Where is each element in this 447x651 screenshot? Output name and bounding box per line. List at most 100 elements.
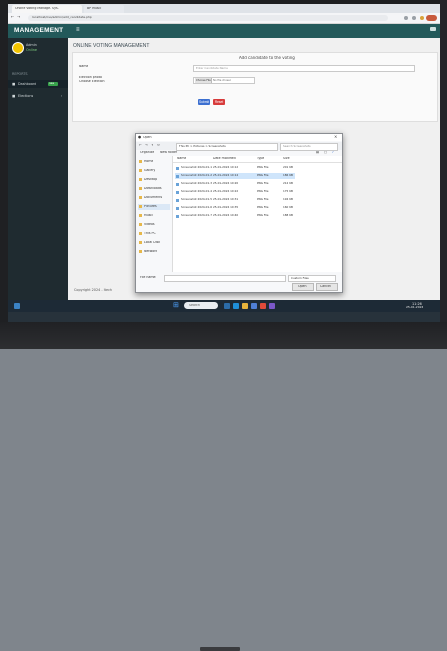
nav-item-label: This PC	[144, 232, 156, 235]
forward-arrow-icon[interactable]: →	[145, 144, 148, 148]
monitor-bezel-left	[0, 0, 8, 330]
folder-icon	[139, 178, 142, 181]
file-type: PNG File	[257, 190, 269, 193]
taskbar-search[interactable]: Search	[184, 302, 218, 309]
profile-avatar[interactable]	[420, 16, 424, 20]
file-row[interactable]: Screenshot 2024-01-7 25-01-2024 10:40 PNG …	[175, 213, 295, 219]
file-date: 25-01-2024 10:22	[213, 190, 239, 193]
back-arrow-icon[interactable]: ←	[11, 15, 14, 20]
clock-date[interactable]: 25-01-2024	[406, 306, 423, 310]
preview-pane-icon[interactable]: ▢	[324, 151, 327, 155]
image-file-icon	[176, 166, 179, 170]
update-button[interactable]	[426, 15, 437, 21]
browser-tab-active[interactable]: Online Voting Manage. Sys.	[12, 5, 82, 13]
nav-item-downloads[interactable]: Downloads	[138, 186, 170, 192]
refresh-icon[interactable]: ↻	[157, 144, 160, 148]
app-header: MANAGEMENT ≡	[8, 24, 440, 38]
nav-item-pictures[interactable]: Pictures	[138, 204, 170, 210]
file-size: 160 KB	[283, 206, 293, 209]
edge-icon[interactable]	[233, 303, 239, 309]
file-row[interactable]: Screenshot 2024-01-3 25-01-2024 10:20 PNG …	[175, 181, 295, 187]
file-row[interactable]: Screenshot 2024-01-1 25-01-2024 10:12 PNG …	[175, 165, 295, 171]
filetype-select[interactable]: Custom Files	[288, 275, 336, 282]
nav-item-desktop[interactable]: Desktop	[138, 177, 170, 183]
view-options-icon[interactable]: ▤	[316, 151, 319, 155]
file-row[interactable]: Screenshot 2024-01-6 25-01-2024 10:35 PNG …	[175, 205, 295, 211]
app-brand: MANAGEMENT	[14, 27, 64, 34]
filename-input[interactable]	[164, 275, 286, 282]
url-field[interactable]: localhost/ovs/admin/add_candidate.php	[28, 15, 388, 21]
file-size: 175 KB	[283, 190, 293, 193]
candidate-name-input[interactable]: Enter Candidate Name	[193, 65, 415, 72]
hamburger-icon[interactable]: ≡	[76, 27, 80, 33]
nav-item-documents[interactable]: Documents	[138, 195, 170, 201]
nav-item-videos[interactable]: Videos	[138, 222, 170, 228]
task-view-icon[interactable]	[224, 303, 230, 309]
weather-icon[interactable]	[14, 303, 20, 309]
user-menu-icon[interactable]	[430, 27, 436, 31]
nav-item-gallery[interactable]: Gallery	[138, 168, 170, 174]
file-name: Screenshot 2024-01-2	[181, 174, 213, 177]
file-size: 188 KB	[283, 214, 293, 217]
nav-item-label: Local Disk	[144, 241, 161, 244]
sidebar: Admin Online REPORTS ■ Dashboard new ■ E…	[8, 38, 68, 300]
name-label: Name	[79, 65, 89, 68]
file-date: 25-01-2024 10:35	[213, 206, 239, 209]
column-header-size[interactable]: Size	[283, 157, 290, 161]
file-row[interactable]: Screenshot 2024-01-4 25-01-2024 10:22 PNG …	[175, 189, 295, 195]
file-type: PNG File	[257, 206, 269, 209]
browser-tab-bar: Online Voting Manage. Sys. BP Music	[8, 4, 440, 13]
reset-button[interactable]: Reset	[213, 99, 225, 105]
file-size: 201 KB	[283, 166, 293, 169]
user-status: Online	[26, 48, 37, 52]
back-arrow-icon[interactable]: ←	[139, 144, 142, 148]
file-date: 25-01-2024 10:31	[213, 198, 239, 201]
chrome-icon[interactable]	[260, 303, 266, 309]
column-header-name[interactable]: Name	[177, 157, 186, 161]
file-input[interactable]: Choose File No file chosen	[193, 77, 255, 84]
page-title: ONLINE VOTING MANAGEMENT	[73, 43, 150, 49]
image-file-icon	[176, 198, 179, 202]
app-icon[interactable]	[269, 303, 275, 309]
column-header-date[interactable]: Date modified	[213, 157, 236, 161]
organize-button[interactable]: Organize	[140, 151, 154, 155]
store-icon[interactable]	[251, 303, 257, 309]
user-avatar	[12, 42, 24, 54]
file-date: 25-01-2024 10:20	[213, 182, 239, 185]
dialog-navbar: ← → ↑ ↻ This PC > Pictures > Screenshots…	[136, 142, 342, 151]
browser-tab[interactable]: BP Music	[84, 5, 124, 13]
column-header-type[interactable]: Type	[257, 157, 264, 161]
forward-arrow-icon[interactable]: →	[17, 15, 20, 20]
file-list: Name Date modified Type Size Screenshot …	[173, 156, 342, 272]
extension-icon[interactable]	[404, 16, 408, 20]
sidebar-item-label: Elections	[18, 94, 34, 98]
file-date: 25-01-2024 10:12	[213, 166, 239, 169]
file-name: Screenshot 2024-01-7	[181, 214, 213, 217]
windows-icon[interactable]: ⊞	[173, 302, 179, 309]
up-arrow-icon[interactable]: ↑	[151, 144, 154, 148]
nav-item-local-disk[interactable]: Local Disk	[138, 240, 170, 246]
new-folder-button[interactable]: New folder	[160, 151, 177, 155]
folder-icon	[139, 241, 142, 244]
choose-file-button[interactable]: Choose File	[195, 78, 212, 83]
folder-icon	[139, 214, 142, 217]
close-icon[interactable]: ×	[334, 135, 337, 140]
file-row[interactable]: Screenshot 2024-01-5 25-01-2024 10:31 PNG …	[175, 197, 295, 203]
folder-icon	[139, 160, 142, 163]
bookmark-icon[interactable]	[412, 16, 416, 20]
nav-item-music[interactable]: Music	[138, 213, 170, 219]
cancel-button[interactable]: Cancel	[316, 283, 338, 291]
sidebar-item-elections[interactable]: ■ Elections ‹	[8, 92, 68, 100]
open-button[interactable]: Open	[292, 283, 314, 291]
folder-icon	[139, 169, 142, 172]
nav-item-this-pc[interactable]: This PC	[138, 231, 170, 237]
submit-button[interactable]: Submit	[198, 99, 210, 105]
nav-item-network[interactable]: Network	[138, 249, 170, 255]
explorer-icon[interactable]	[242, 303, 248, 309]
sidebar-item-dashboard[interactable]: ■ Dashboard new	[8, 80, 68, 88]
image-file-icon	[176, 182, 179, 186]
file-row[interactable]: Screenshot 2024-01-2 25-01-2024 10:14 PNG …	[175, 173, 295, 179]
nav-item-home[interactable]: Home	[138, 159, 170, 165]
screen: Online Voting Manage. Sys. BP Music ← → …	[8, 4, 440, 322]
help-icon[interactable]: ?	[332, 151, 334, 155]
